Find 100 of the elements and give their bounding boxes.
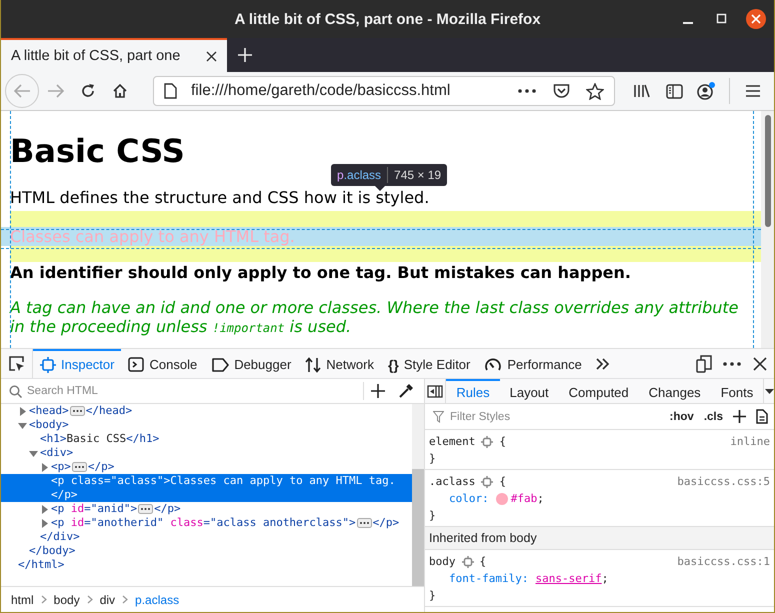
menu-icon <box>745 84 761 98</box>
markup-text: <p id="anid"> <box>51 502 138 516</box>
brace-text: } <box>429 509 436 522</box>
close-button[interactable] <box>746 9 766 29</box>
markup-text: </h1> <box>126 432 160 446</box>
plus-icon <box>371 384 385 398</box>
property-value: #fab <box>510 492 538 505</box>
markup-row[interactable]: <p> </p> <box>1 460 412 474</box>
brace-text: } <box>429 589 436 602</box>
ellipsis-badge-icon[interactable] <box>356 518 372 528</box>
expand-arrow-icon[interactable] <box>40 504 49 514</box>
console-icon <box>128 357 144 372</box>
paragraph: HTML defines the structure and CSS how it is styled. <box>10 188 430 207</box>
markup-row[interactable]: <p id="anid"> </p> <box>1 502 412 516</box>
devtools-tab[interactable]: Network <box>298 349 381 378</box>
reload-icon <box>80 83 96 99</box>
expand-arrow-icon[interactable] <box>40 518 49 528</box>
sidebar-tab[interactable]: Layout <box>500 379 559 403</box>
eyedropper-icon <box>398 383 414 399</box>
markup-text: </p> <box>372 516 400 530</box>
collapse-arrow-icon[interactable] <box>29 448 38 458</box>
inherited-header: Inherited from body <box>425 527 774 550</box>
dock-icon <box>696 354 712 372</box>
hover-state-button[interactable]: :hov <box>670 406 694 426</box>
markup-text: </p> <box>51 488 78 502</box>
chevron-icon <box>86 595 93 604</box>
rule-selector: body <box>429 555 456 568</box>
markup-row[interactable]: <p class="aclass">Classes can apply to any HTML tag. </p> <box>1 474 412 502</box>
devtools-tab[interactable]: Performance <box>477 349 589 378</box>
markup-row[interactable]: <h1>Basic CSS</h1> <box>1 432 412 446</box>
brace-text: { <box>480 555 486 568</box>
markup-text: <p class="aclass">Classes can apply to any HTML tag. <box>51 474 396 488</box>
markup-text: </body> <box>29 544 76 558</box>
sidebar-tab[interactable]: Rules <box>446 379 500 403</box>
markup-row[interactable]: <head> </head> <box>1 404 412 418</box>
markup-text: <h1>Basic CSS <box>40 432 126 446</box>
brace-text: { <box>499 435 506 448</box>
rule-source-link[interactable]: basiccss.css:5 <box>677 475 770 488</box>
ellipsis-badge-icon[interactable] <box>72 462 87 472</box>
crosshair-icon[interactable] <box>481 436 494 448</box>
rule-source-link[interactable]: basiccss.css:1 <box>677 555 770 568</box>
devtools-tab[interactable]: {} Style Editor <box>380 349 478 378</box>
expand-arrow-icon[interactable] <box>40 462 49 472</box>
breadcrumb-item[interactable]: p.aclass <box>135 592 180 606</box>
forward-arrow-icon <box>47 83 65 99</box>
devtools-tab[interactable]: Inspector <box>33 349 122 378</box>
devtools-tab[interactable]: Console <box>121 349 204 378</box>
expand-arrow-icon[interactable] <box>18 406 27 416</box>
property-name: color: <box>449 492 489 505</box>
markup-row[interactable]: </div> <box>1 530 412 544</box>
star-icon <box>586 82 604 100</box>
chevron-icon <box>40 595 47 604</box>
tag-shape-icon <box>211 358 230 372</box>
collapse-arrow-icon[interactable] <box>18 420 27 430</box>
sidebar-tab[interactable]: Fonts <box>710 379 764 403</box>
breadcrumb-item[interactable]: html <box>11 592 34 606</box>
breadcrumb-item[interactable]: body <box>54 592 80 606</box>
sidebar-tab[interactable]: Changes <box>638 379 711 403</box>
search-field[interactable]: Search HTML <box>25 384 229 398</box>
page-scrollbar[interactable] <box>761 111 774 348</box>
markup-text: </p> <box>154 502 181 516</box>
close-icon <box>753 356 767 370</box>
page-heading: Basic CSS <box>10 132 186 170</box>
gauge-icon <box>484 356 502 372</box>
markup-text: <p id="anotherid" class="aclass anotherclass"> <box>51 516 356 530</box>
tab-close-icon[interactable] <box>206 50 217 62</box>
devtools-tab[interactable]: Debugger <box>204 349 298 378</box>
inspector-icon <box>40 356 56 372</box>
maximize-icon <box>716 13 728 25</box>
filter-field[interactable]: Filter Styles <box>448 410 572 424</box>
property-value: sans-serif <box>535 572 602 585</box>
ellipsis-badge-icon[interactable] <box>70 406 85 416</box>
sidebar-tab[interactable]: Computed <box>558 379 639 403</box>
markup-text: </html> <box>18 558 64 572</box>
url-field[interactable]: file:///home/gareth/code/basiccss.html <box>153 76 615 106</box>
toggle-pane-button[interactable] <box>425 379 446 403</box>
markup-row[interactable]: </body> <box>1 544 412 558</box>
breadcrumb-item[interactable]: div <box>100 592 116 606</box>
markup-row[interactable]: </html> <box>1 558 412 572</box>
rule-selector: .aclass <box>429 475 476 488</box>
paragraph: An identifier should only apply to one tag. But mistakes can happen. <box>10 263 632 282</box>
library-icon <box>633 83 651 99</box>
browser-tab[interactable]: A little bit of CSS, part one <box>1 38 227 72</box>
markup-row[interactable]: <p id="anotherid" class="aclass anotherclass"> </p> <box>1 516 412 530</box>
markup-row[interactable]: <body> <box>1 418 412 432</box>
crosshair-icon[interactable] <box>462 556 474 568</box>
semicolon-text: ; <box>537 492 544 505</box>
crosshair-icon[interactable] <box>481 476 494 488</box>
rule-source-link[interactable]: inline <box>730 435 770 448</box>
document-button[interactable] <box>756 406 768 426</box>
markup-text: <p> <box>51 460 71 474</box>
property-name: font-family: <box>449 572 528 585</box>
markup-scrollbar[interactable] <box>412 404 424 586</box>
markup-row[interactable]: <div> <box>1 446 412 460</box>
tabs-dropdown-button[interactable] <box>763 379 774 403</box>
color-swatch[interactable] <box>496 492 508 504</box>
ellipsis-badge-icon[interactable] <box>138 504 154 514</box>
classes-button[interactable]: .cls <box>704 406 723 426</box>
minimize-icon <box>683 22 693 24</box>
plus-icon <box>733 410 746 423</box>
